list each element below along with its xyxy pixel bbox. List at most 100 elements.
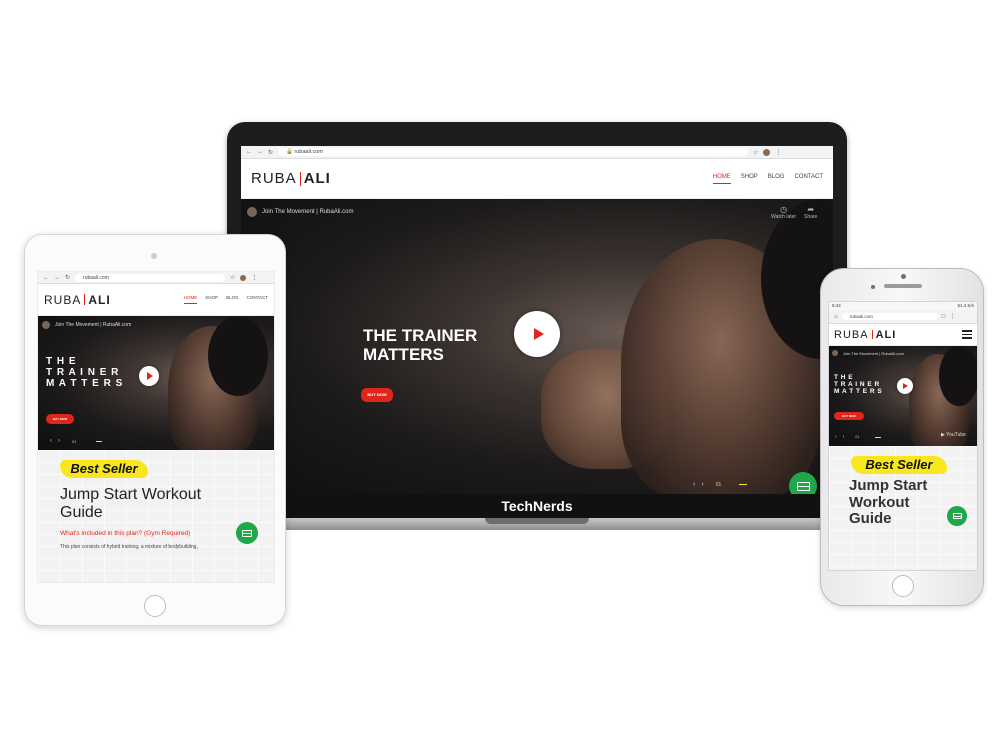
hamburger-menu-icon[interactable] bbox=[962, 330, 972, 339]
promo-title-line-1: Jump Start Workout bbox=[60, 486, 202, 503]
logo-left-text: RUBA bbox=[251, 170, 297, 187]
logo-divider bbox=[299, 171, 301, 186]
status-signal: 51.4 K/s bbox=[957, 303, 974, 308]
site-header: RUBA ALI HOME SHOP BLOG CONTACT bbox=[241, 159, 833, 199]
site-logo[interactable]: RUBA ALI bbox=[251, 170, 331, 187]
profile-avatar[interactable] bbox=[763, 148, 771, 156]
slide-index: 01 bbox=[72, 438, 77, 444]
channel-avatar[interactable] bbox=[42, 321, 50, 329]
headline-line-1: T H E bbox=[834, 374, 854, 381]
envelope-icon bbox=[242, 529, 252, 537]
play-button[interactable] bbox=[897, 378, 913, 394]
youtube-logo[interactable]: ▶ YouTube bbox=[941, 432, 966, 438]
prev-slide-icon[interactable]: ‹ bbox=[50, 438, 52, 444]
profile-avatar[interactable] bbox=[240, 274, 247, 281]
youtube-label: YouTube bbox=[946, 432, 966, 438]
hero-hair-image bbox=[939, 346, 977, 406]
play-button[interactable] bbox=[514, 311, 560, 357]
more-menu-icon[interactable]: ⋮ bbox=[775, 149, 781, 156]
play-icon bbox=[903, 383, 908, 389]
phone-promo-title: Jump Start Workout Guide bbox=[849, 477, 928, 528]
youtube-play-icon: ▶ bbox=[941, 432, 945, 438]
forward-icon[interactable]: → bbox=[257, 149, 263, 155]
main-nav: HOME SHOP BLOG CONTACT bbox=[712, 174, 823, 184]
buy-now-button[interactable]: BUY NOW bbox=[46, 414, 74, 424]
next-slide-icon[interactable]: › bbox=[701, 481, 703, 488]
tablet-address-text: rubaali.com bbox=[83, 274, 109, 281]
tablet-device: ← → ↻ rubaali.com ☆ ⋮ RUBA ALI HOME SHOP… bbox=[24, 234, 286, 626]
logo-left-text: RUBA bbox=[834, 328, 869, 341]
logo-right-text: ALI bbox=[875, 328, 897, 341]
phone-site-header: RUBA ALI bbox=[829, 324, 977, 346]
hero-video[interactable]: Join The Movement | RubaAli.com ◷ Watch … bbox=[241, 199, 833, 496]
address-text: rubaali.com bbox=[294, 149, 323, 155]
watch-later-control[interactable]: ◷ Watch later bbox=[771, 205, 796, 220]
best-seller-badge: Best Seller bbox=[851, 456, 947, 474]
mail-float-button[interactable] bbox=[789, 472, 817, 496]
nav-blog[interactable]: BLOG bbox=[768, 174, 785, 184]
phone-promo-section: Best Seller Jump Start Workout Guide bbox=[829, 446, 977, 570]
next-slide-icon[interactable]: › bbox=[58, 438, 60, 444]
prev-slide-icon[interactable]: ‹ bbox=[835, 434, 837, 440]
play-icon bbox=[147, 372, 153, 380]
video-title[interactable]: Join The Movement | RubaAli.com bbox=[843, 351, 904, 356]
tablet-main-nav: HOME SHOP BLOG CONTACT bbox=[183, 295, 268, 304]
promo-title: Jump Start Workout Guide bbox=[60, 486, 201, 521]
buy-now-button[interactable]: BUY NOW bbox=[834, 412, 864, 420]
mail-float-button[interactable] bbox=[947, 506, 967, 526]
watch-later-label: Watch later bbox=[771, 214, 797, 220]
more-menu-icon[interactable]: ⋮ bbox=[251, 274, 257, 281]
address-bar[interactable]: 🔒 rubaali.com bbox=[278, 148, 749, 156]
star-icon[interactable]: ☆ bbox=[753, 149, 758, 156]
buy-now-button[interactable]: BUY NOW bbox=[361, 388, 393, 402]
phone-status-bar: 5:44 51.4 K/s bbox=[829, 302, 977, 310]
nav-blog[interactable]: BLOG bbox=[226, 295, 239, 304]
phone-site-logo[interactable]: RUBA ALI bbox=[834, 329, 896, 341]
back-icon[interactable]: ← bbox=[246, 149, 252, 155]
video-title[interactable]: Join The Movement | RubaAli.com bbox=[55, 322, 131, 328]
tablet-home-button[interactable] bbox=[144, 595, 166, 617]
tabs-icon[interactable]: □ bbox=[942, 314, 946, 320]
nav-contact[interactable]: CONTACT bbox=[247, 295, 268, 304]
nav-contact[interactable]: CONTACT bbox=[794, 174, 823, 184]
headline-line-3: M A T T E R S bbox=[46, 378, 124, 389]
laptop-lid: ← → ↻ 🔒 rubaali.com ☆ ⋮ RUBA ALI HOME SH… bbox=[227, 122, 847, 520]
phone-speaker bbox=[884, 284, 922, 288]
back-icon[interactable]: ← bbox=[43, 275, 49, 281]
nav-home[interactable]: HOME bbox=[712, 174, 731, 184]
play-button[interactable] bbox=[139, 366, 159, 386]
channel-avatar[interactable] bbox=[832, 350, 838, 356]
home-icon[interactable]: ⌂ bbox=[834, 314, 838, 320]
promo-title-line-1: Jump Start bbox=[849, 477, 928, 494]
phone-sensor bbox=[871, 285, 875, 289]
phone-browser-toolbar: ⌂ rubaali.com □ ⋮ bbox=[829, 310, 977, 324]
more-menu-icon[interactable]: ⋮ bbox=[949, 313, 955, 320]
promo-title-line-3: Guide bbox=[849, 510, 892, 527]
device-mockup-stage: ← → ↻ 🔒 rubaali.com ☆ ⋮ RUBA ALI HOME SH… bbox=[0, 0, 1000, 750]
phone-address-bar[interactable]: rubaali.com bbox=[841, 313, 938, 320]
nav-shop[interactable]: SHOP bbox=[741, 174, 758, 184]
promo-title-line-2: Guide bbox=[60, 503, 103, 521]
channel-avatar[interactable] bbox=[247, 207, 257, 217]
mail-float-button[interactable] bbox=[236, 522, 258, 544]
laptop-notch bbox=[485, 518, 589, 524]
tablet-address-bar[interactable]: rubaali.com bbox=[75, 273, 226, 282]
nav-shop[interactable]: SHOP bbox=[205, 295, 218, 304]
share-control[interactable]: ➦ Share bbox=[804, 205, 817, 220]
tablet-screen: ← → ↻ rubaali.com ☆ ⋮ RUBA ALI HOME SHOP… bbox=[37, 271, 275, 583]
phone-home-button[interactable] bbox=[892, 575, 914, 597]
phone-hero-video[interactable]: Join The Movement | RubaAli.com T H E T … bbox=[829, 346, 977, 446]
forward-icon[interactable]: → bbox=[54, 275, 60, 281]
reload-icon[interactable]: ↻ bbox=[268, 149, 273, 156]
tablet-promo-section: Best Seller Jump Start Workout Guide Wha… bbox=[38, 450, 274, 582]
reload-icon[interactable]: ↻ bbox=[65, 274, 70, 281]
star-icon[interactable]: ☆ bbox=[230, 274, 235, 281]
prev-slide-icon[interactable]: ‹ bbox=[693, 481, 695, 488]
slider-controls: ‹ › 01 bbox=[50, 438, 103, 444]
nav-home[interactable]: HOME bbox=[183, 295, 198, 304]
tablet-hero-video[interactable]: Join The Movement | RubaAli.com T H E T … bbox=[38, 316, 274, 450]
next-slide-icon[interactable]: › bbox=[843, 434, 845, 440]
slider-controls: ‹ › 01 bbox=[693, 481, 748, 488]
tablet-site-logo[interactable]: RUBA ALI bbox=[44, 293, 111, 307]
video-title[interactable]: Join The Movement | RubaAli.com bbox=[262, 209, 354, 215]
